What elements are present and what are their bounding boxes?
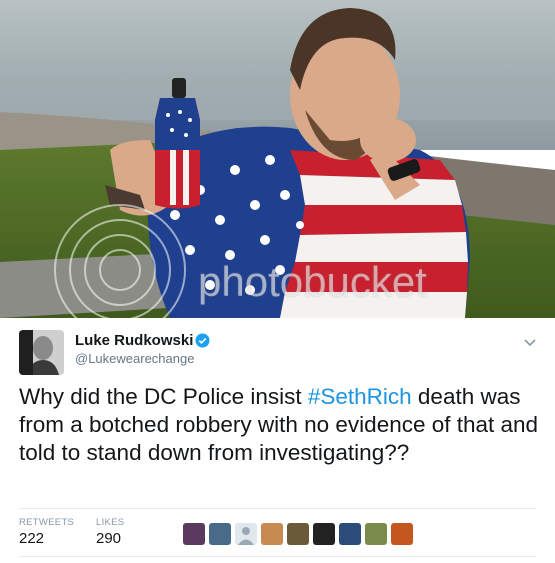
liker-avatar[interactable] [235,523,257,545]
author-name[interactable]: Luke Rudkowski [75,332,193,349]
retweets-count[interactable]: 222 [19,530,44,547]
divider [19,556,536,557]
tweet-photo [0,0,555,318]
author-handle[interactable]: @Lukewearechange [75,351,194,366]
liker-avatar[interactable] [313,523,335,545]
verified-badge-icon [195,333,210,348]
hashtag-link[interactable]: #SethRich [308,384,412,409]
tweet-card: Luke Rudkowski @Lukewearechange Why did … [0,318,555,563]
liker-avatar[interactable] [209,523,231,545]
liker-avatar[interactable] [391,523,413,545]
liker-avatar[interactable] [183,523,205,545]
avatar[interactable] [19,330,64,375]
photo-scene [0,0,555,318]
retweets-label: RETWEETS [19,517,75,528]
liker-avatar[interactable] [287,523,309,545]
divider [19,508,536,509]
tweet-text: Why did the DC Police insist #SethRich d… [19,383,539,467]
liker-avatar[interactable] [339,523,361,545]
likes-label: LIKES [96,517,125,528]
chevron-down-icon[interactable] [523,338,537,348]
liker-avatar[interactable] [261,523,283,545]
tweet-text-before: Why did the DC Police insist [19,384,308,409]
avatar-photo-icon [19,330,64,375]
default-avatar-icon [235,523,257,545]
liker-avatar[interactable] [365,523,387,545]
likes-count[interactable]: 290 [96,530,121,547]
